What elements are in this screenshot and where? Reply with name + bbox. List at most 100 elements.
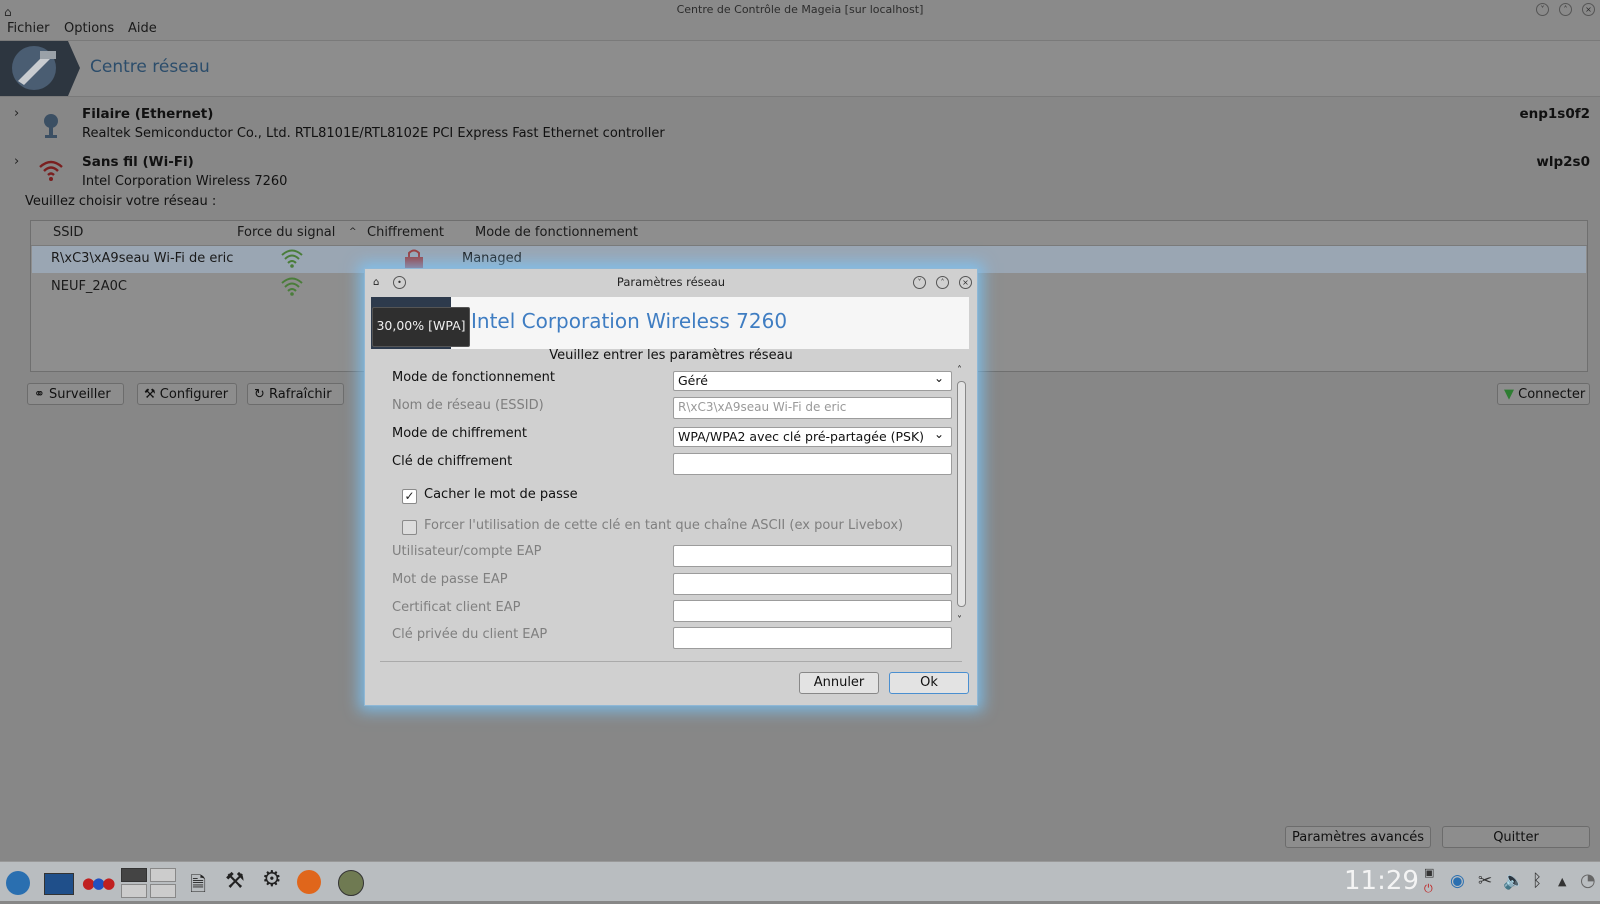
- minimize-icon[interactable]: ˅: [1536, 3, 1549, 16]
- interface-name: Sans fil (Wi-Fi): [82, 154, 194, 170]
- refresh-icon: ↻: [254, 387, 265, 402]
- desktop-1-icon[interactable]: [121, 868, 147, 882]
- interface-ethernet[interactable]: › Filaire (Ethernet) Realtek Semiconduct…: [0, 103, 1600, 149]
- ok-button[interactable]: Ok: [889, 672, 969, 694]
- encryption-mode-value: WPA/WPA2 avec clé pré-partagée (PSK): [678, 429, 925, 444]
- connect-arrow-icon: ▼: [1504, 387, 1514, 402]
- eap-key-label: Clé privée du client EAP: [392, 627, 548, 642]
- encryption-key-input[interactable]: [673, 453, 952, 475]
- mode-select[interactable]: Géré ⌄: [673, 371, 952, 391]
- interface-description: Realtek Semiconductor Co., Ltd. RTL8101E…: [82, 126, 665, 141]
- cancel-button[interactable]: Annuler: [799, 672, 879, 694]
- maximize-icon[interactable]: ˄: [1559, 3, 1572, 16]
- network-tray-icon[interactable]: ◉: [1450, 871, 1465, 891]
- menu-file[interactable]: Fichier: [7, 21, 50, 36]
- advanced-settings-button[interactable]: Paramètres avancés: [1285, 826, 1431, 848]
- scroll-up-icon[interactable]: ˄: [957, 365, 962, 376]
- eap-cert-label: Certificat client EAP: [392, 600, 521, 615]
- signal-tooltip: 30,00% [WPA]: [372, 307, 470, 347]
- column-signal[interactable]: Force du signal: [237, 225, 335, 240]
- clock[interactable]: 11:29: [1344, 866, 1419, 896]
- monitor-label: Surveiller: [49, 387, 111, 402]
- klipper-icon[interactable]: ✂: [1478, 871, 1492, 891]
- menu-options[interactable]: Options: [64, 21, 114, 36]
- cell-ssid: NEUF_2A0C: [51, 279, 127, 294]
- page-title: Centre réseau: [90, 57, 210, 77]
- eap-password-label: Mot de passe EAP: [392, 572, 508, 587]
- interface-id: wlp2s0: [1536, 154, 1590, 170]
- desktop-2-icon[interactable]: [150, 868, 176, 882]
- signal-icon: [280, 247, 304, 273]
- firefox-icon[interactable]: [297, 870, 321, 894]
- cell-mode: Managed: [462, 251, 522, 266]
- column-encryption[interactable]: Chiffrement: [367, 225, 444, 240]
- refresh-button[interactable]: ↻ Rafraîchir: [247, 383, 344, 405]
- start-menu-icon[interactable]: [6, 871, 30, 895]
- dialog-maximize-icon[interactable]: ˄: [936, 276, 949, 289]
- eap-password-input[interactable]: [673, 573, 952, 595]
- hide-password-label: Cacher le mot de passe: [424, 487, 578, 502]
- mcc-task-icon[interactable]: [338, 870, 364, 896]
- tools-icon[interactable]: ⚒: [225, 869, 245, 894]
- expand-chevron-icon[interactable]: ›: [14, 106, 19, 121]
- bluetooth-icon[interactable]: ᛒ: [1532, 871, 1542, 891]
- lock-screen-icon[interactable]: ▣: [1424, 866, 1434, 879]
- form-scrollbar[interactable]: ˄ ˅: [956, 365, 968, 639]
- activities-icon[interactable]: ●●●: [82, 874, 115, 892]
- essid-label: Nom de réseau (ESSID): [392, 398, 544, 413]
- table-header: SSID Force du signal ^ Chiffrement Mode …: [31, 221, 1587, 246]
- monitor-button[interactable]: ⚭ Surveiller: [27, 383, 124, 405]
- tray-expand-icon[interactable]: ▲: [1558, 875, 1566, 888]
- volume-icon[interactable]: 🔈: [1503, 871, 1524, 891]
- mode-value: Géré: [678, 373, 708, 388]
- eap-user-input[interactable]: [673, 545, 952, 567]
- power-icon[interactable]: ⏻: [1424, 882, 1433, 896]
- dialog-header-title: Intel Corporation Wireless 7260: [471, 309, 788, 333]
- header-banner: Centre réseau: [0, 40, 1600, 97]
- close-icon[interactable]: ×: [1582, 3, 1595, 16]
- app-menu-icon[interactable]: ⌂: [4, 2, 12, 22]
- connect-button[interactable]: ▼ Connecter: [1497, 383, 1590, 405]
- quit-button[interactable]: Quitter: [1442, 826, 1590, 848]
- configure-label: Configurer: [159, 387, 229, 402]
- connect-label: Connecter: [1518, 387, 1586, 402]
- eap-cert-input[interactable]: [673, 600, 952, 622]
- desktop-4-icon[interactable]: [150, 884, 176, 898]
- encryption-mode-label: Mode de chiffrement: [392, 426, 527, 441]
- ethernet-icon: [40, 111, 62, 143]
- force-ascii-checkbox[interactable]: [402, 520, 417, 535]
- dialog-title: Paramètres réseau: [616, 275, 726, 289]
- show-desktop-icon[interactable]: [44, 873, 74, 895]
- window-titlebar: ⌂ Centre de Contrôle de Mageia [sur loca…: [0, 0, 1600, 20]
- dialog-app-icon: ⌂: [373, 277, 380, 288]
- eap-key-input[interactable]: [673, 627, 952, 649]
- scrollbar-thumb[interactable]: [957, 381, 966, 607]
- interface-wifi[interactable]: › Sans fil (Wi-Fi) Intel Corporation Wir…: [0, 151, 1600, 197]
- column-mode[interactable]: Mode de fonctionnement: [475, 225, 638, 240]
- menu-help[interactable]: Aide: [128, 21, 157, 36]
- essid-input[interactable]: R\xC3\xA9seau Wi-Fi de eric: [673, 397, 952, 419]
- interface-description: Intel Corporation Wireless 7260: [82, 174, 288, 189]
- dialog-minimize-icon[interactable]: ˅: [913, 276, 926, 289]
- chevron-down-icon: ⌄: [933, 371, 944, 385]
- scroll-down-icon[interactable]: ˅: [957, 615, 962, 626]
- dialog-titlebar: ⌂ • Paramètres réseau ˅ ˄ ×: [365, 269, 977, 295]
- cashew-icon[interactable]: ◔: [1580, 870, 1596, 891]
- settings-form[interactable]: Mode de fonctionnement Géré ⌄ Nom de rés…: [365, 367, 977, 653]
- interface-id: enp1s0f2: [1519, 106, 1590, 122]
- eap-user-label: Utilisateur/compte EAP: [392, 544, 542, 559]
- encryption-mode-select[interactable]: WPA/WPA2 avec clé pré-partagée (PSK) ⌄: [673, 427, 952, 447]
- dialog-close-icon[interactable]: ×: [959, 276, 972, 289]
- control-center-icon[interactable]: ⚙: [262, 867, 282, 892]
- binoculars-icon: ⚭: [34, 387, 45, 402]
- hide-password-checkbox[interactable]: ✓: [402, 489, 417, 504]
- desktop-3-icon[interactable]: [121, 884, 147, 898]
- chevron-down-icon: ⌄: [933, 427, 944, 441]
- column-ssid[interactable]: SSID: [53, 225, 83, 240]
- expand-chevron-icon[interactable]: ›: [14, 154, 19, 169]
- configure-button[interactable]: ⚒ Configurer: [137, 383, 237, 405]
- sort-ascending-icon: ^: [349, 227, 357, 237]
- dialog-pin-icon[interactable]: •: [393, 276, 406, 289]
- file-manager-icon[interactable]: 🗎: [190, 870, 206, 904]
- mode-label: Mode de fonctionnement: [392, 370, 555, 385]
